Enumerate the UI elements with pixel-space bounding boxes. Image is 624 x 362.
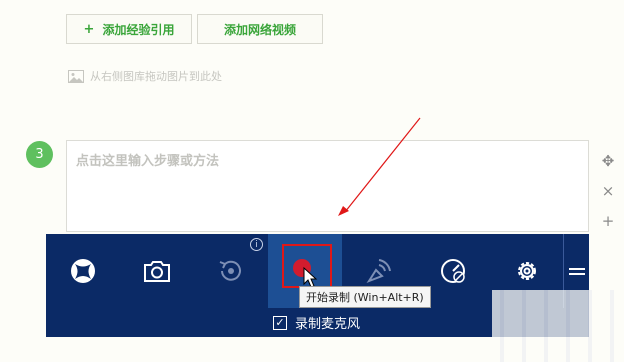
mic-label: 录制麦克风 [295, 317, 361, 332]
blurred-corner [492, 290, 624, 362]
add-reference-button[interactable]: + 添加经验引用 [66, 14, 192, 44]
camera-icon [144, 261, 170, 282]
grip-icon [568, 268, 585, 275]
record-highlight-box [282, 244, 332, 288]
record-mic-option[interactable]: ✓ 录制麦克风 [273, 313, 360, 332]
toolbar-buttons: + 添加经验引用 添加网络视频 [66, 14, 323, 44]
add-video-button[interactable]: 添加网络视频 [197, 14, 323, 44]
add-step-icon[interactable]: + [598, 206, 618, 236]
record-that-icon [219, 260, 241, 281]
move-icon[interactable]: ✥ [598, 146, 618, 176]
add-reference-label: 添加经验引用 [102, 22, 175, 37]
step-number-badge: 3 [26, 141, 53, 168]
mic-checkbox[interactable]: ✓ [273, 315, 287, 330]
image-drop-hint: 从右侧图库拖动图片到此处 [68, 68, 222, 84]
game-mode-icon [441, 259, 465, 283]
xbox-icon [71, 259, 95, 283]
add-video-label: 添加网络视频 [223, 22, 296, 37]
broadcast-icon [366, 259, 391, 284]
plus-icon: + [83, 21, 95, 37]
record-tooltip: 开始录制 (Win+Alt+R) [299, 286, 431, 308]
screenshot-button[interactable] [120, 234, 194, 308]
gear-icon [518, 262, 536, 280]
info-icon[interactable]: i [250, 238, 263, 251]
image-icon [68, 69, 84, 83]
image-drop-hint-text: 从右侧图库拖动图片到此处 [90, 70, 222, 83]
step-side-tools: ✥ × + [598, 146, 618, 236]
delete-icon[interactable]: × [598, 176, 618, 206]
xbox-button[interactable] [46, 234, 120, 308]
step-text-input[interactable]: 点击这里输入步骤或方法 [66, 140, 589, 232]
